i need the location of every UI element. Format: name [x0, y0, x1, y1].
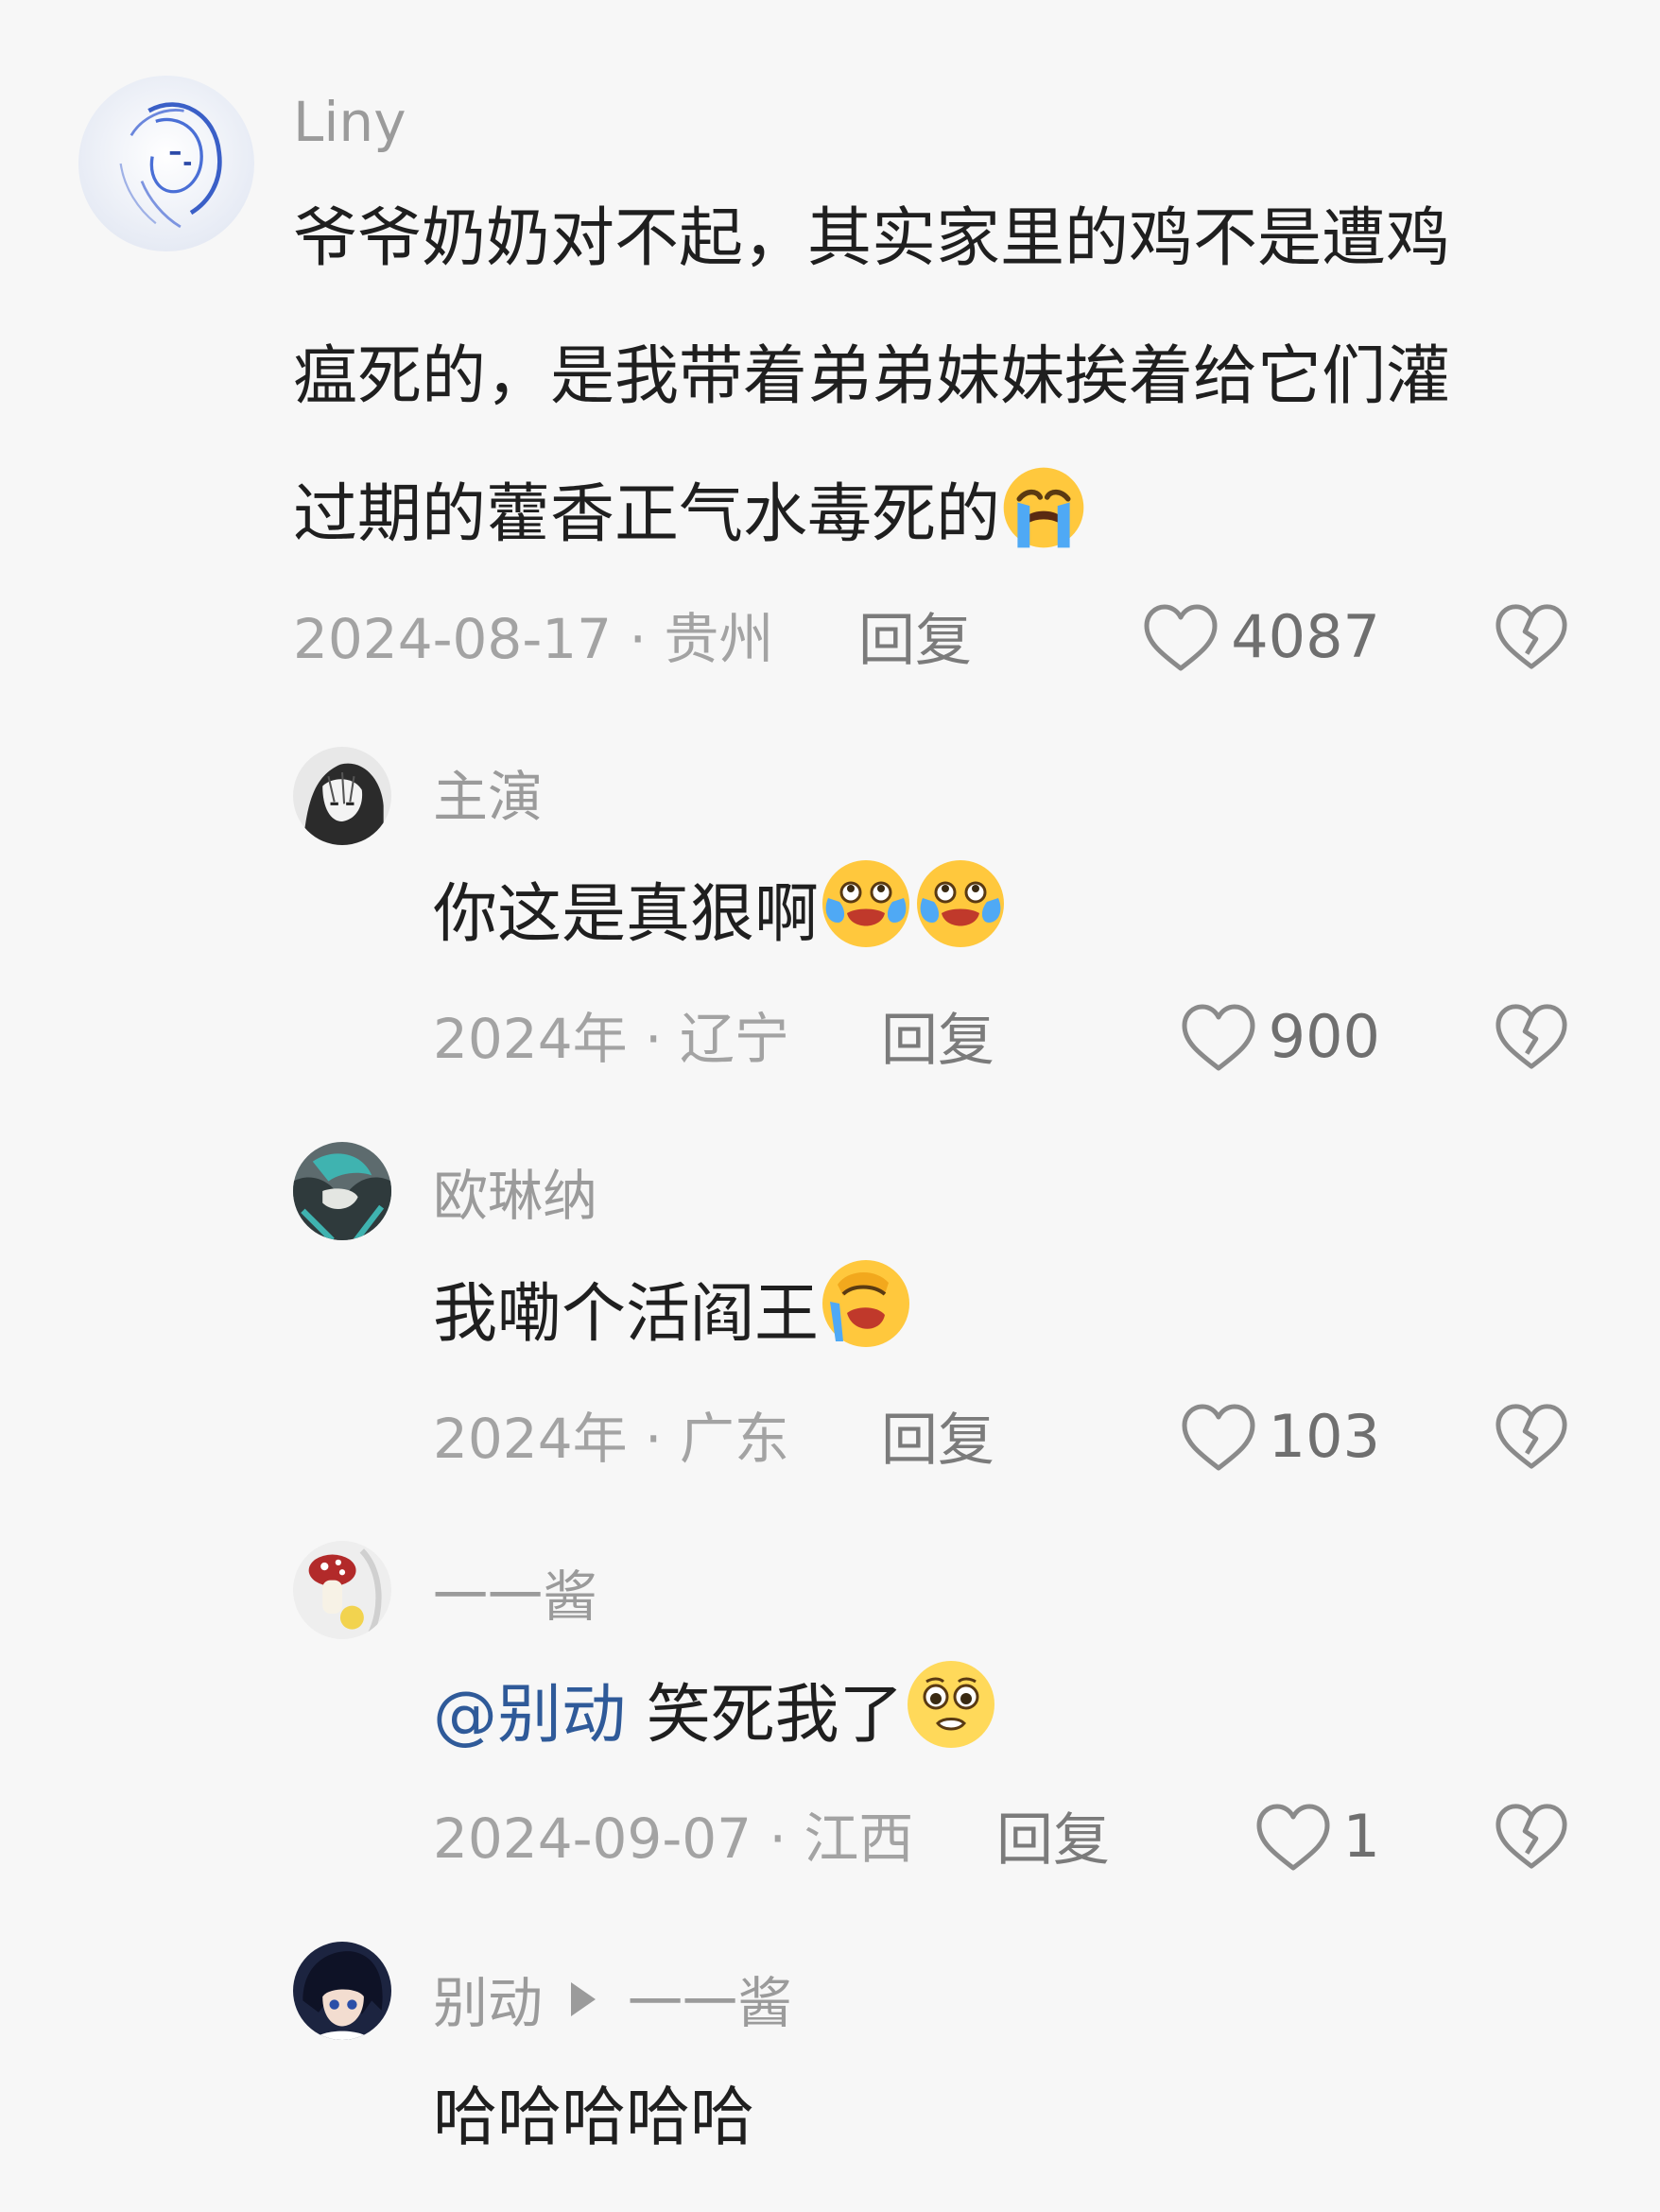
avatar[interactable]	[293, 747, 391, 845]
heart-icon	[1144, 604, 1218, 671]
comment-date: 2024-09-07	[433, 1806, 752, 1871]
comment-location: 贵州	[664, 607, 774, 671]
like-button[interactable]: 1	[1115, 1799, 1380, 1875]
like-count: 103	[1268, 1402, 1380, 1471]
crying-laughing-emoji	[819, 856, 913, 951]
pleading-emoji	[904, 1657, 998, 1752]
comment-text-line: 过期的藿香正气水毒死的	[293, 446, 1450, 584]
separator: ·	[629, 607, 647, 671]
play-arrow-icon	[571, 1982, 597, 2016]
avatar[interactable]	[293, 1142, 391, 1240]
reply-button[interactable]: 回复	[881, 1012, 994, 1069]
like-button[interactable]: 4087	[1115, 599, 1380, 675]
avatar[interactable]	[293, 1942, 391, 2040]
comment-meta: 2024年 · 广东	[433, 1411, 789, 1466]
username[interactable]: 欧琳纳	[433, 1168, 597, 1223]
reply-target[interactable]: 一一酱	[628, 1971, 792, 2035]
comment-text: @别动 笑死我了	[433, 1647, 998, 1785]
username: 别动 一一酱	[433, 1976, 792, 2031]
comment-location: 广东	[679, 1407, 789, 1471]
comment-location: 辽宁	[679, 1007, 789, 1071]
separator: ·	[769, 1806, 787, 1871]
facepalm-crying-emoji	[819, 1256, 913, 1351]
broken-heart-icon[interactable]	[1494, 1801, 1569, 1871]
comment-text: 我嘞个活阎王	[433, 1246, 913, 1384]
comment-meta: 2024-09-07 · 江西	[433, 1811, 913, 1866]
like-count: 900	[1268, 1002, 1380, 1071]
username[interactable]: Liny	[293, 95, 406, 149]
username[interactable]: 一一酱	[433, 1569, 597, 1624]
comment-meta: 2024-08-17 · 贵州	[293, 612, 773, 666]
comment-date: 2024-08-17	[293, 607, 613, 671]
comment-date: 2024年	[433, 1007, 628, 1071]
heart-icon	[1256, 1804, 1330, 1871]
heart-icon	[1182, 1004, 1255, 1071]
heart-icon	[1182, 1404, 1255, 1471]
broken-heart-icon[interactable]	[1494, 601, 1569, 671]
separator: ·	[645, 1007, 663, 1071]
crying-laughing-emoji	[913, 856, 1008, 951]
comment-text-line: 爷爷奶奶对不起，其实家里的鸡不是遭鸡	[293, 201, 1451, 276]
comment-text: 爷爷奶奶对不起，其实家里的鸡不是遭鸡 瘟死的，是我带着弟弟妹妹挨着给它们灌 过期…	[293, 170, 1450, 584]
comment-date: 2024年	[433, 1407, 628, 1471]
comment-text: 你这是真狠啊	[433, 846, 1008, 984]
username[interactable]: 主演	[433, 769, 543, 824]
comment-location: 江西	[804, 1806, 914, 1871]
reply-author[interactable]: 别动	[433, 1971, 543, 2035]
broken-heart-icon[interactable]	[1494, 1401, 1569, 1471]
comment-meta: 2024年 · 辽宁	[433, 1011, 789, 1066]
like-count: 4087	[1231, 602, 1380, 671]
like-button[interactable]: 900	[1115, 999, 1380, 1075]
comment-text-line: 瘟死的，是我带着弟弟妹妹挨着给它们灌	[293, 339, 1451, 414]
mention-link[interactable]: @别动	[433, 1678, 626, 1753]
reply-button[interactable]: 回复	[881, 1412, 994, 1469]
comment-text: 哈哈哈哈哈	[433, 2081, 755, 2155]
comment-text-content: 你这是真狠啊	[433, 877, 820, 952]
comment-text-line-content: 过期的藿香正气水毒死的	[293, 477, 1001, 552]
loudly-crying-emoji	[1000, 464, 1087, 551]
like-button[interactable]: 103	[1115, 1399, 1380, 1475]
comment-text-content: 笑死我了	[646, 1678, 904, 1753]
reply-button[interactable]: 回复	[858, 613, 972, 669]
reply-button[interactable]: 回复	[996, 1812, 1110, 1869]
avatar[interactable]	[78, 76, 254, 251]
like-count: 1	[1342, 1802, 1380, 1871]
avatar[interactable]	[293, 1541, 391, 1639]
comment-text-content: 我嘞个活阎王	[433, 1277, 820, 1352]
separator: ·	[645, 1407, 663, 1471]
broken-heart-icon[interactable]	[1494, 1001, 1569, 1071]
